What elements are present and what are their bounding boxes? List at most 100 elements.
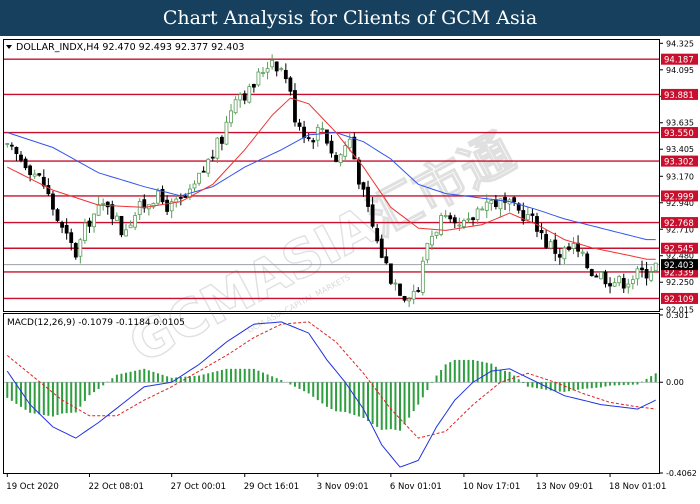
candle-body [557, 254, 562, 258]
price-tag-label: 94.187 [664, 56, 694, 66]
candle-body [14, 146, 19, 154]
candle-body [224, 121, 229, 145]
y-tick-label: 93.170 [666, 172, 694, 181]
candle-body [530, 213, 535, 216]
candle-body [69, 232, 74, 243]
candle-body [343, 145, 348, 157]
candle-body [306, 137, 311, 140]
candle-body [114, 215, 119, 222]
candle-body [251, 83, 256, 88]
candle-body [443, 215, 448, 217]
candle-body [128, 224, 133, 229]
price-tag-label: 92.768 [664, 219, 694, 229]
candle-body [576, 242, 580, 252]
candle-body [87, 220, 92, 227]
candle-body [302, 126, 307, 138]
candle-body [484, 201, 489, 211]
candle-body [571, 243, 576, 249]
candle-body [585, 253, 590, 269]
candle-body [617, 276, 622, 284]
candle-body [55, 209, 60, 221]
candle-body [96, 204, 101, 216]
candle-body [105, 201, 110, 208]
candle-body [5, 143, 10, 145]
candle-body [567, 246, 571, 250]
macd-axis: 0.301 0.00 -0.4062 [659, 311, 697, 478]
candle-body [608, 283, 612, 287]
candle-body [580, 251, 585, 254]
candle-body [242, 93, 247, 101]
candle-body [361, 182, 366, 190]
candle-body [60, 222, 64, 228]
candle-body [311, 140, 316, 143]
candle-body [233, 99, 238, 114]
candle-body [589, 269, 594, 277]
candle-body [599, 271, 603, 280]
candle-body [562, 247, 567, 260]
candle-body [512, 197, 517, 203]
candle-body [229, 110, 233, 124]
candle-body [649, 272, 654, 281]
y-tick-label: 93.405 [666, 145, 694, 154]
candle-body [416, 290, 421, 292]
price-tag-label: 93.302 [664, 158, 694, 168]
candle-body [110, 204, 115, 220]
candle-body [635, 268, 640, 280]
candle-body [279, 68, 284, 70]
candle-body [119, 215, 124, 236]
candle-body [356, 159, 361, 185]
candle-body [626, 283, 631, 288]
candle-body [411, 290, 416, 300]
candle-body [156, 190, 160, 204]
candle-body [594, 275, 599, 278]
candle-body [612, 282, 617, 287]
x-tick-label: 13 Nov 09:01 [536, 482, 593, 492]
candle-body [325, 129, 329, 144]
candle-body [553, 239, 558, 254]
candle-body [388, 263, 393, 284]
candle-body [124, 229, 128, 237]
candle-body [338, 154, 343, 163]
candle-body [480, 208, 485, 211]
candle-body [293, 90, 297, 123]
candle-body [329, 140, 334, 154]
price-tag-label: 92.109 [664, 295, 694, 305]
candle-body [247, 86, 252, 103]
price-tag-label: 92.403 [664, 261, 694, 271]
candle-body [475, 208, 480, 220]
candle-body [32, 173, 37, 177]
x-tick-label: 22 Oct 08:01 [88, 482, 143, 492]
candle-body [393, 282, 398, 285]
candle-body [215, 137, 220, 159]
x-tick-label: 3 Nov 09:01 [317, 482, 369, 492]
candle-body [19, 154, 23, 161]
candle-body [288, 77, 293, 92]
symbol-header: DOLLAR_INDX,H4 92.470 92.493 92.377 92.4… [6, 42, 244, 53]
candle-body [425, 242, 430, 261]
chart-frame: GCMASIA汇市通 GCM ASIA CAPITAL MARKETS 94.3… [0, 36, 700, 500]
candle-body [201, 170, 206, 173]
candle-body [539, 229, 544, 234]
macd-header-text: MACD(12,26,9) -0.1079 -0.1184 0.0105 [7, 318, 185, 328]
x-tick-label: 29 Oct 16:01 [244, 482, 299, 492]
candle-body [28, 165, 33, 176]
candle-body [178, 197, 183, 199]
y-tick-label: 93.635 [666, 119, 694, 128]
macd-tick-label: 0.301 [666, 311, 689, 320]
candle-body [439, 215, 443, 235]
x-tick-label: 6 Nov 01:01 [390, 482, 442, 492]
x-tick-label: 18 Nov 01:01 [609, 482, 666, 492]
candle-body [448, 215, 453, 220]
candle-body [334, 154, 338, 162]
candle-body [320, 128, 325, 130]
x-tick-label: 10 Nov 17:01 [463, 482, 520, 492]
candle-body [603, 271, 608, 285]
candle-body [283, 69, 288, 80]
price-tag-label: 93.881 [664, 91, 694, 101]
price-tag-label: 92.545 [664, 245, 694, 255]
candle-body [210, 156, 215, 159]
candle-body [347, 138, 352, 149]
candle-body [621, 277, 626, 289]
y-tick-label: 94.325 [666, 39, 694, 48]
candle-body [197, 172, 201, 184]
